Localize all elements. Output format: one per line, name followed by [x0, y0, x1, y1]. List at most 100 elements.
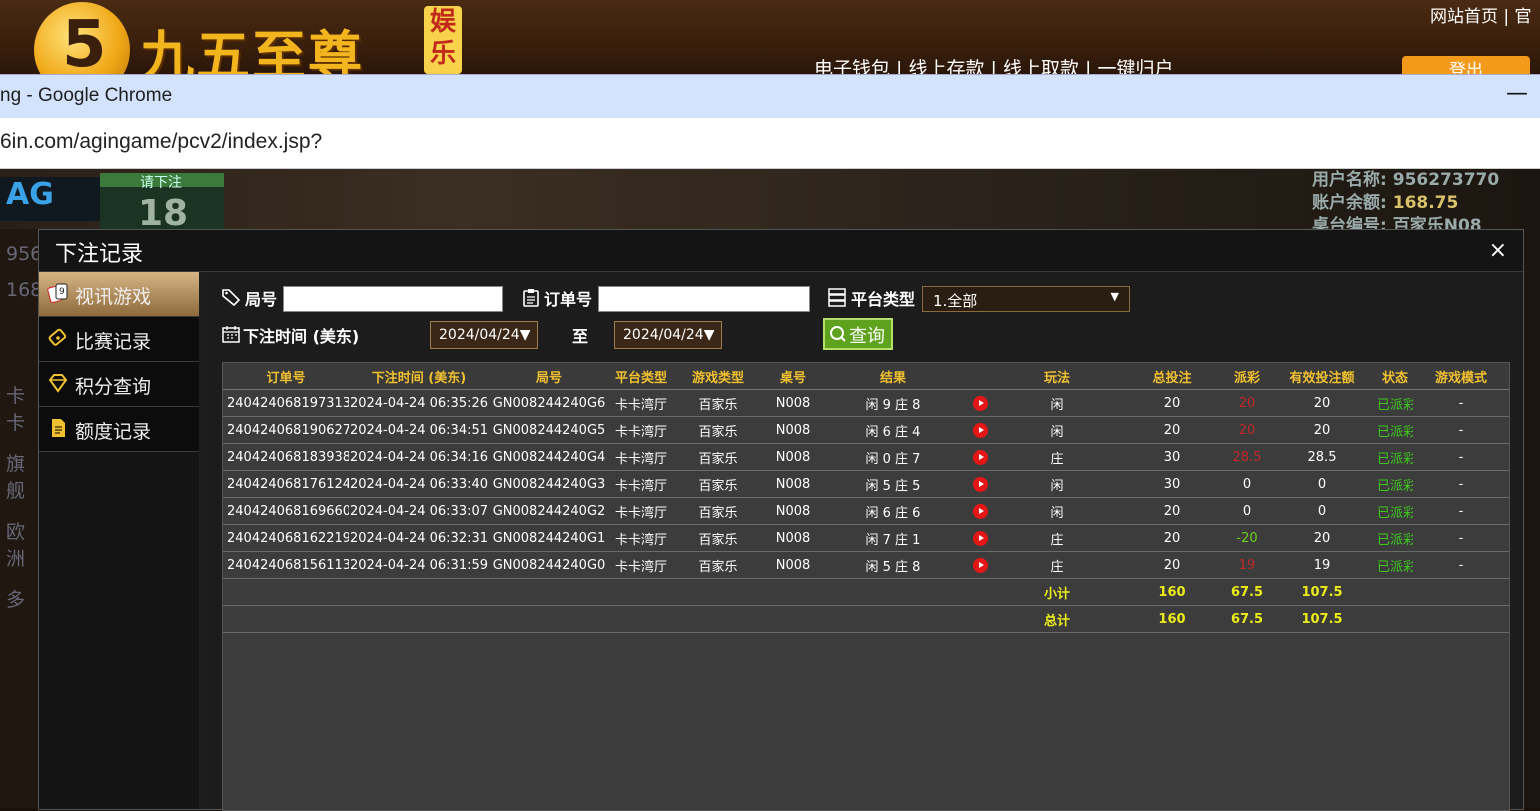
result-cell: 闲 5 庄 5	[823, 470, 963, 498]
bet-time-label: 下注时间 (美东)	[243, 327, 360, 346]
table-row[interactable]: 240424068169660 2024-04-24 06:33:07 GN0082…	[223, 497, 1509, 525]
platform-select[interactable]: 1.全部 ▼	[922, 286, 1130, 312]
payout-cell: 20	[1227, 389, 1267, 417]
query-button[interactable]: 查询	[823, 318, 893, 350]
site-nav[interactable]: 电子钱包 | 线上存款 | 线上取款 | 一键归户	[814, 54, 1173, 74]
platform-label: 平台类型	[851, 290, 916, 309]
round-id-cell: GN008244240G5	[489, 416, 609, 444]
minimize-button[interactable]: —	[1506, 81, 1528, 106]
record-content: 局号 订单号 平台类型 1.全部 ▼ 下注时间 (美东) 2024/04/24▼…	[201, 272, 1523, 811]
play-video-icon[interactable]	[972, 449, 988, 465]
date-to-select[interactable]: 2024/04/24▼	[614, 321, 722, 349]
round-id-cell: GN008244240G4	[489, 443, 609, 471]
bet-time-cell: 2024-04-24 06:33:40	[349, 470, 489, 498]
replay-cell	[963, 551, 997, 579]
countdown-number: 18	[138, 193, 189, 234]
ag-logo: AG	[0, 177, 102, 221]
calendar-icon	[222, 326, 240, 343]
clipboard-icon	[523, 289, 539, 307]
site-logo-badge: 娱乐	[424, 6, 462, 74]
result-cell: 闲 6 庄 4	[823, 416, 963, 444]
game-mode-cell: -	[1413, 497, 1509, 525]
logo-digit: 5	[62, 8, 107, 74]
menu-item-credit-records[interactable]: 额度记录	[39, 407, 199, 452]
column-header: 有效投注额	[1267, 363, 1377, 390]
game-mode-cell: -	[1413, 551, 1509, 579]
table-number-cell: N008	[763, 524, 823, 552]
payout-cell: 20	[1227, 416, 1267, 444]
site-top-links[interactable]: 网站首页 | 官	[1430, 2, 1532, 27]
play-video-icon[interactable]	[972, 530, 988, 546]
column-header: 总投注	[1117, 363, 1227, 390]
round-label: 局号	[245, 290, 278, 309]
bet-option-cell: 庄	[997, 524, 1117, 552]
bet-time-cell: 2024-04-24 06:34:51	[349, 416, 489, 444]
valid-bet-cell: 20	[1267, 524, 1377, 552]
menu-item-points-query[interactable]: 积分查询	[39, 362, 199, 407]
table-row[interactable]: 240424068176124 2024-04-24 06:33:40 GN0082…	[223, 470, 1509, 498]
bet-prompt: 请下注	[140, 175, 182, 191]
replay-cell	[963, 389, 997, 417]
browser-address-bar[interactable]: 6in.com/agingame/pcv2/index.jsp?	[0, 118, 1540, 169]
table-row[interactable]: 240424068156113 2024-04-24 06:31:59 GN0082…	[223, 551, 1509, 579]
total-valid: 107.5	[1267, 605, 1377, 633]
subtotal-bet: 160	[1117, 578, 1227, 606]
table-row[interactable]: 240424068183938 2024-04-24 06:34:16 GN0082…	[223, 443, 1509, 471]
menu-item-video-games[interactable]: 9 视讯游戏	[39, 272, 199, 317]
site-banner: 5 九五至尊 娱乐 电子钱包 | 线上存款 | 线上取款 | 一键归户 网站首页…	[0, 0, 1540, 74]
menu-label: 视讯游戏	[75, 286, 152, 308]
payout-cell: 0	[1227, 497, 1267, 525]
game-mode-cell: -	[1413, 443, 1509, 471]
table-row[interactable]: 240424068190627 2024-04-24 06:34:51 GN0082…	[223, 416, 1509, 444]
side-menu: 9 视讯游戏 比赛记录 积分查询 额度记录	[39, 272, 199, 809]
bet-time-cell: 2024-04-24 06:34:16	[349, 443, 489, 471]
total-bet-cell: 20	[1117, 389, 1227, 417]
table-row[interactable]: 240424068162219 2024-04-24 06:32:31 GN0082…	[223, 524, 1509, 552]
table-number-cell: N008	[763, 443, 823, 471]
logout-button[interactable]: 登出	[1402, 56, 1530, 74]
game-type-cell: 百家乐	[673, 497, 763, 525]
date-from-select[interactable]: 2024/04/24▼	[430, 321, 538, 349]
platform-select-value: 1.全部	[933, 292, 978, 310]
bet-option-cell: 庄	[997, 551, 1117, 579]
svg-text:9: 9	[59, 287, 65, 297]
game-mode-cell: -	[1413, 470, 1509, 498]
game-mode-cell: -	[1413, 524, 1509, 552]
result-cell: 闲 7 庄 1	[823, 524, 963, 552]
status-cell: 已派彩	[1377, 470, 1413, 498]
subtotal-label: 小计	[997, 578, 1117, 606]
menu-item-match-records[interactable]: 比赛记录	[39, 317, 199, 362]
play-video-icon[interactable]	[972, 422, 988, 438]
close-icon[interactable]: ×	[1489, 238, 1507, 263]
result-cell: 闲 9 庄 8	[823, 389, 963, 417]
table-number-cell: N008	[763, 497, 823, 525]
play-video-icon[interactable]	[972, 395, 988, 411]
play-video-icon[interactable]	[972, 476, 988, 492]
play-video-icon[interactable]	[972, 503, 988, 519]
table-number-cell: N008	[763, 389, 823, 417]
status-cell: 已派彩	[1377, 443, 1413, 471]
column-header: 下注时间 (美东)	[349, 363, 489, 390]
column-header: 局号	[489, 363, 609, 390]
round-id-cell: GN008244240G6	[489, 389, 609, 417]
balance-label: 账户余额:	[1312, 193, 1387, 213]
subtotal-valid: 107.5	[1267, 578, 1377, 606]
order-input[interactable]	[598, 286, 810, 312]
browser-titlebar: ng - Google Chrome —	[0, 74, 1540, 119]
platform-cell: 卡卡湾厅	[609, 551, 673, 579]
date-to-value: 2024/04/24▼	[623, 327, 715, 343]
game-type-cell: 百家乐	[673, 551, 763, 579]
table-row[interactable]: 240424068197313 2024-04-24 06:35:26 GN0082…	[223, 389, 1509, 417]
play-video-icon[interactable]	[972, 557, 988, 573]
column-header: 玩法	[997, 363, 1117, 390]
round-input[interactable]	[283, 286, 503, 312]
order-id-cell: 240424068190627	[223, 416, 349, 444]
table-header-row: 订单号 下注时间 (美东) 局号 平台类型 游戏类型 桌号 结果 玩法 总投注 派彩 有效投注额 状态…	[223, 363, 1509, 390]
browser-url[interactable]: 6in.com/agingame/pcv2/index.jsp?	[0, 130, 322, 154]
platform-cell: 卡卡湾厅	[609, 470, 673, 498]
modal-title: 下注记录	[55, 242, 144, 267]
replay-cell	[963, 443, 997, 471]
status-cell: 已派彩	[1377, 416, 1413, 444]
records-table-body: 240424068197313 2024-04-24 06:35:26 GN0082…	[223, 389, 1509, 633]
column-header: 游戏类型	[673, 363, 763, 390]
